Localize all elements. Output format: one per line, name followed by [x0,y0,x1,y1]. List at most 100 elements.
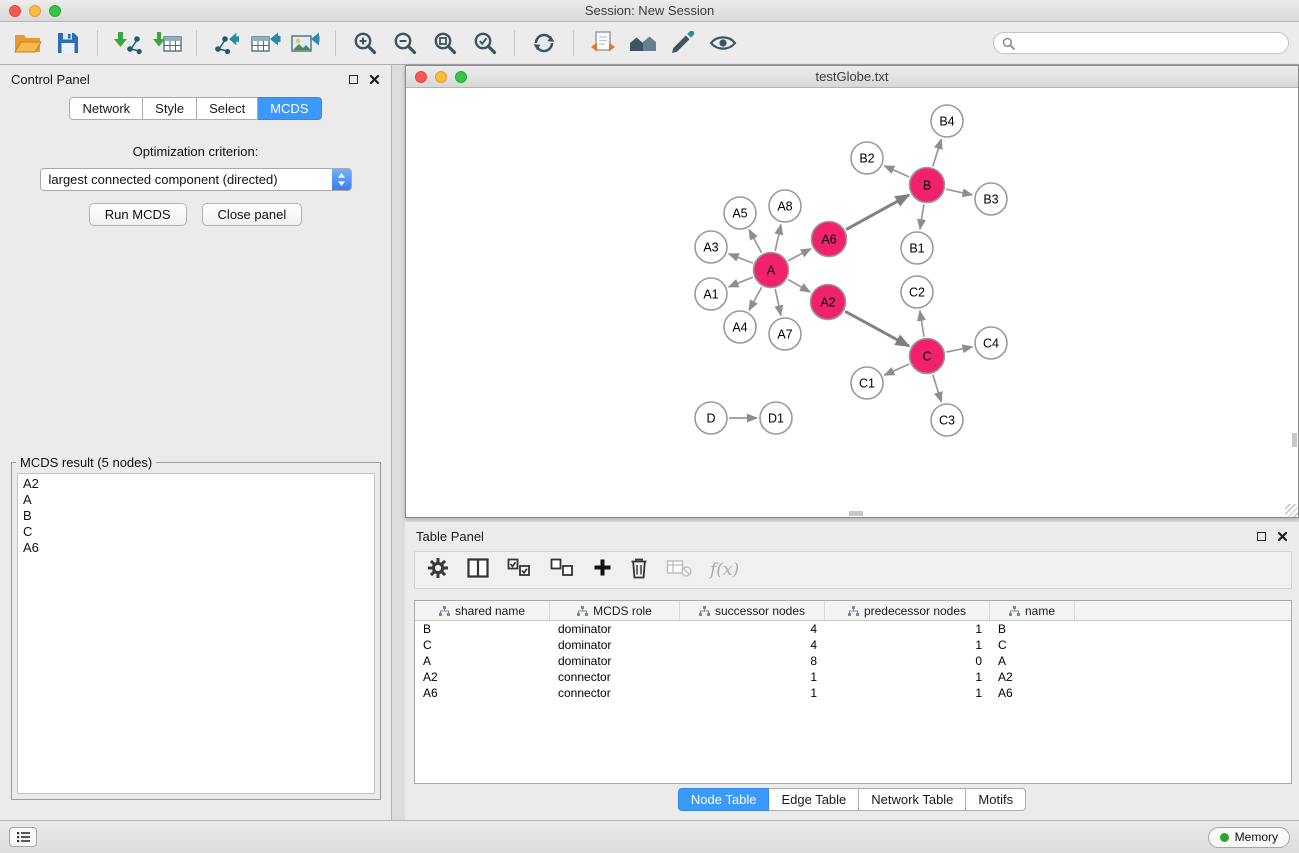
import-table-button[interactable] [149,26,185,60]
table-row[interactable]: Adominator80A [415,653,1291,669]
graph-edge [749,287,762,310]
toolbar-search [993,32,1289,54]
open-session-button[interactable] [10,26,46,60]
graph-edge [749,230,762,253]
export-image-button[interactable] [288,26,324,60]
graph-node[interactable]: C2 [901,276,933,308]
export-table-button[interactable] [248,26,284,60]
import-network-button[interactable] [109,26,145,60]
toolbar-separator [97,30,98,56]
mcds-result-item[interactable]: A6 [23,540,369,556]
table-cell: 4 [680,622,825,636]
tab-mcds[interactable]: MCDS [258,97,321,120]
zoom-selected-button[interactable] [467,26,503,60]
create-column-button[interactable] [593,558,612,582]
graph-node[interactable]: C1 [851,367,883,399]
mcds-result-item[interactable]: C [23,524,369,540]
export-table-icon [251,31,281,55]
mcds-actions: Run MCDS Close panel [0,203,391,226]
graph-node[interactable]: A1 [695,278,727,310]
mcds-result-item[interactable]: B [23,508,369,524]
table-settings-button[interactable] [427,557,449,584]
graph-node-label: B3 [983,193,998,207]
graph-node[interactable]: B2 [851,142,883,174]
tab-network[interactable]: Network [69,97,143,120]
zoom-fit-button[interactable] [427,26,463,60]
optimization-criterion-select[interactable]: largest connected component (directed) [40,168,352,191]
table-row[interactable]: Bdominator41B [415,621,1291,637]
network-overview-button[interactable] [625,26,661,60]
task-history-button[interactable] [9,827,37,847]
show-graphics-details-button[interactable] [705,26,741,60]
minimize-network-window-button[interactable] [435,71,447,83]
zoom-out-button[interactable] [387,26,423,60]
network-canvas[interactable]: B4 B2 B B3 A5 A8 A6 B1 A3 A C2 A1 A2 A4 A7 C4 C C1 C3 D D1 [406,88,1298,517]
table-cell: 1 [680,670,825,684]
zoom-network-window-button[interactable] [455,71,467,83]
close-network-window-button[interactable] [415,71,427,83]
window-resize-grip[interactable] [1285,504,1298,517]
graph-node[interactable]: A4 [724,311,756,343]
close-table-panel-icon[interactable] [1277,531,1288,542]
column-header[interactable]: MCDS role [550,601,680,620]
zoom-in-button[interactable] [347,26,383,60]
run-mcds-button[interactable]: Run MCDS [89,203,187,226]
graph-node[interactable]: A3 [695,231,727,263]
graph-node[interactable]: B3 [975,183,1007,215]
graph-node[interactable]: B1 [901,232,933,264]
tab-select[interactable]: Select [197,97,258,120]
tab-edge-table[interactable]: Edge Table [769,788,859,811]
show-column-button[interactable] [467,558,489,583]
graph-node[interactable]: A8 [769,190,801,222]
mcds-result-list: A2ABCA6 [17,473,375,794]
save-session-button[interactable] [50,26,86,60]
close-panel-button[interactable]: Close panel [202,203,303,226]
graph-node[interactable]: C3 [931,404,963,436]
tab-node-table[interactable]: Node Table [678,788,770,811]
graph-node[interactable]: A6 [812,222,847,257]
unselect-all-columns-button[interactable] [550,558,575,583]
column-header[interactable]: predecessor nodes [825,601,990,620]
table-row[interactable]: A6connector11A6 [415,685,1291,701]
tab-network-table[interactable]: Network Table [859,788,966,811]
zoom-window-button[interactable] [49,5,61,17]
table-row[interactable]: A2connector11A2 [415,669,1291,685]
graph-edge [788,249,811,261]
graph-node[interactable]: A7 [769,318,801,350]
table-cell: dominator [550,638,680,652]
table-row[interactable]: Cdominator41C [415,637,1291,653]
apply-layout-button[interactable] [526,26,562,60]
delete-column-button[interactable] [630,557,648,584]
combo-stepper-icon [332,169,351,190]
column-header[interactable]: name [990,601,1075,620]
graph-node[interactable]: B [910,168,945,203]
graph-node[interactable]: D [695,402,727,434]
style-validation-button[interactable] [665,26,701,60]
minimize-window-button[interactable] [29,5,41,17]
tab-motifs[interactable]: Motifs [966,788,1026,811]
select-all-columns-button[interactable] [507,558,532,583]
graph-node[interactable]: C [910,339,945,374]
memory-button[interactable]: Memory [1208,827,1290,848]
graph-node[interactable]: D1 [760,402,792,434]
table-cell: connector [550,670,680,684]
float-panel-icon[interactable] [349,75,358,84]
graph-node[interactable]: C4 [975,327,1007,359]
mcds-result-item[interactable]: A [23,492,369,508]
mcds-result-item[interactable]: A2 [23,476,369,492]
graph-node[interactable]: B4 [931,105,963,137]
graph-node[interactable]: A2 [811,285,846,320]
search-input[interactable] [1020,36,1280,50]
column-header[interactable]: successor nodes [680,601,825,620]
float-table-panel-icon[interactable] [1257,532,1266,541]
document-transfer-button[interactable] [585,26,621,60]
export-network-button[interactable] [208,26,244,60]
table-cell: 1 [825,670,990,684]
open-folder-icon [14,32,42,54]
close-panel-icon[interactable] [369,74,380,85]
close-window-button[interactable] [9,5,21,17]
graph-node[interactable]: A [754,253,789,288]
graph-node[interactable]: A5 [724,197,756,229]
column-header[interactable]: shared name [415,601,550,620]
tab-style[interactable]: Style [143,97,197,120]
